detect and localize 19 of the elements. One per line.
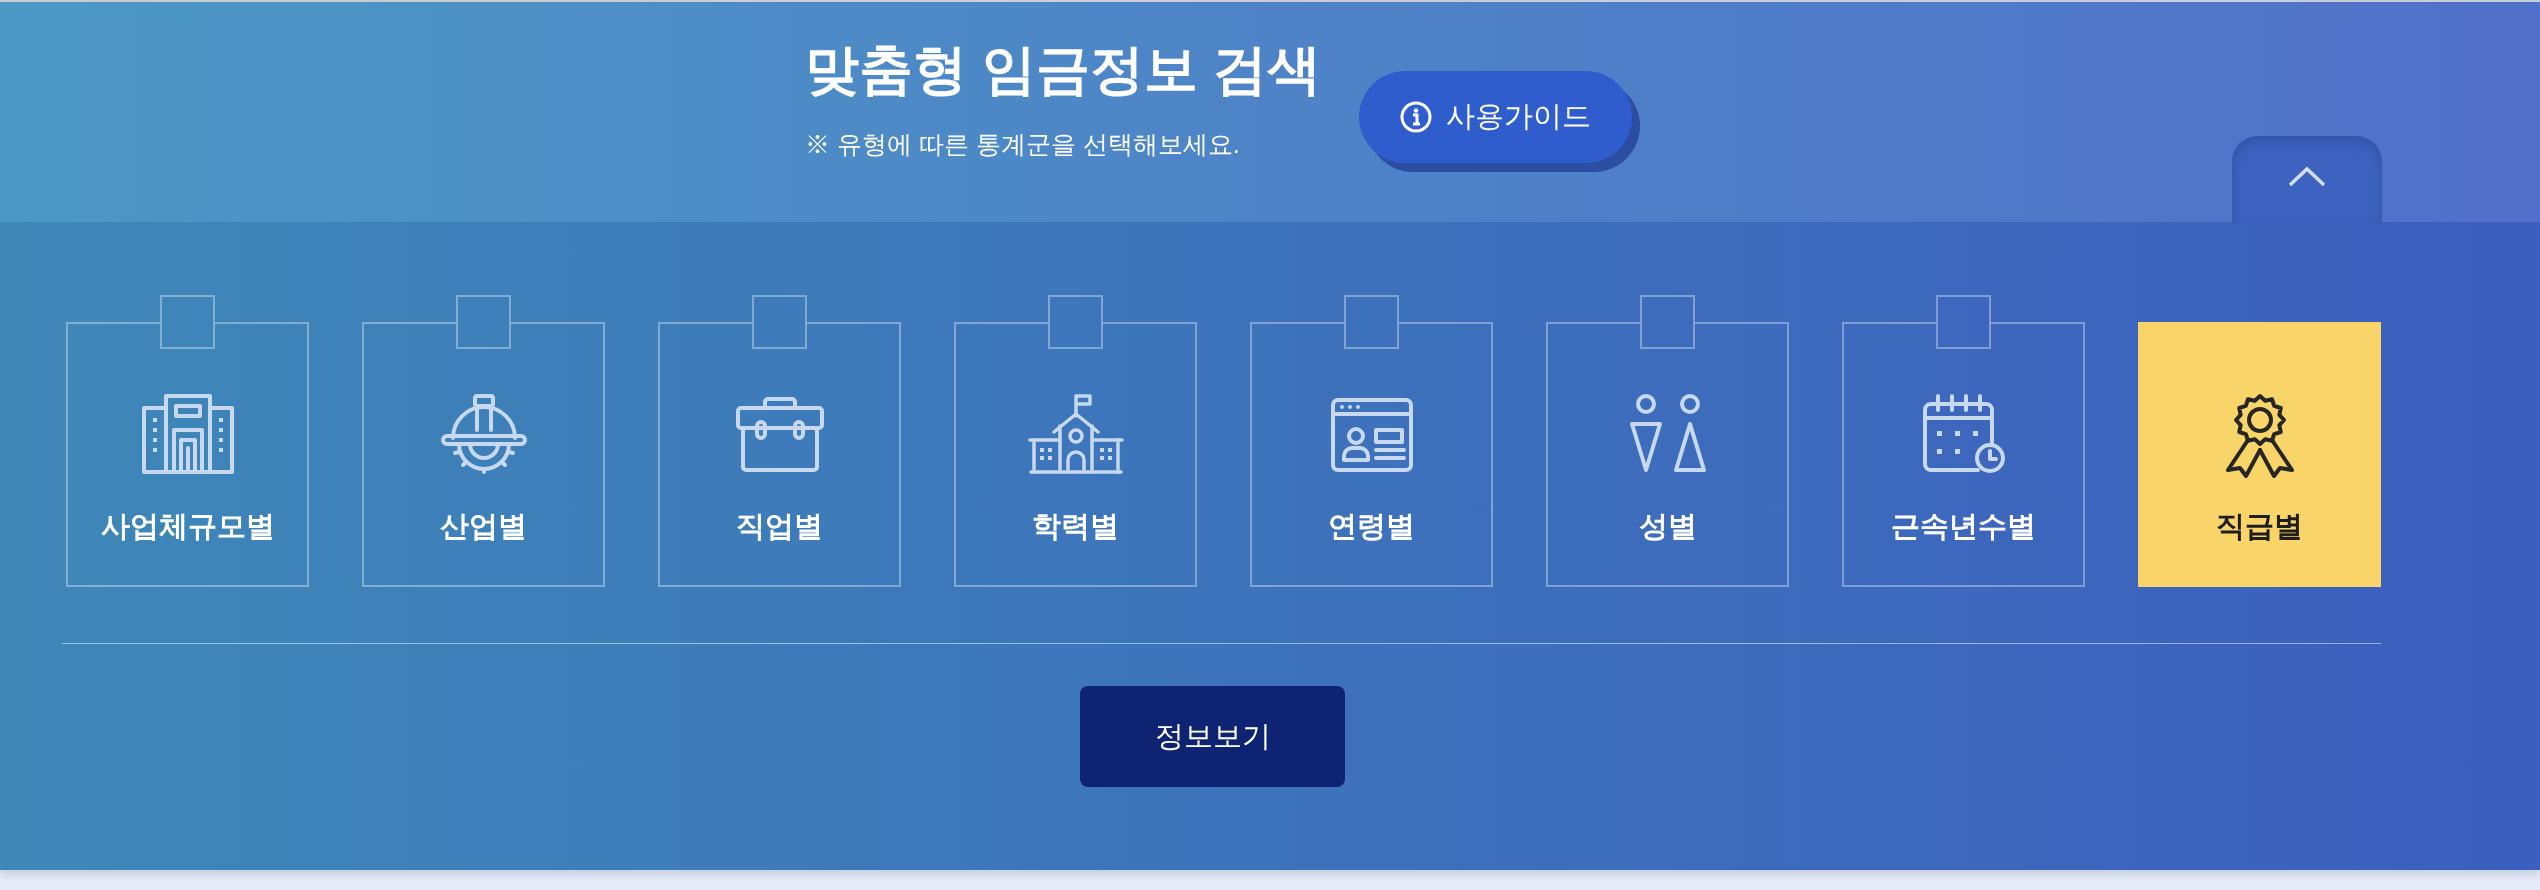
category-card[interactable]: 직업별	[658, 322, 901, 587]
collapse-button[interactable]	[2232, 136, 2382, 224]
category-card[interactable]: 근속년수별	[1842, 322, 2085, 587]
view-info-button[interactable]: 정보보기	[1080, 686, 1345, 787]
gender-symbols-icon	[1628, 394, 1707, 474]
page-title: 맞춤형 임금정보 검색	[805, 38, 1322, 101]
school-icon	[1027, 394, 1124, 474]
hard-hat-gear-icon	[440, 394, 527, 474]
category-card[interactable]: 산업별	[362, 322, 605, 587]
toolbox-icon	[734, 394, 825, 474]
page-subtitle: ※ 유형에 따른 통계군을 선택해보세요.	[805, 129, 1241, 160]
category-card[interactable]: 사업체규모별	[66, 322, 309, 587]
category-card[interactable]: 학력별	[954, 322, 1197, 587]
info-icon	[1400, 101, 1432, 133]
category-card[interactable]: 연령별	[1250, 322, 1493, 587]
category-card[interactable]: 직급별	[2138, 322, 2381, 587]
category-card[interactable]: 성별	[1546, 322, 1789, 587]
calendar-clock-icon	[1921, 394, 2006, 474]
building-icon	[141, 394, 234, 474]
